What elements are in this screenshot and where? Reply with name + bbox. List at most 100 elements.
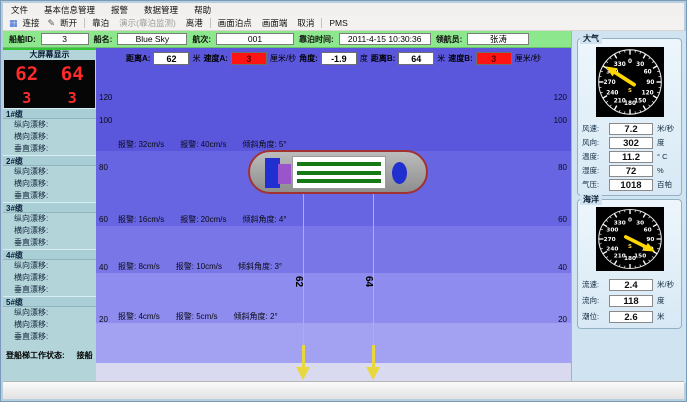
pilot-label: 领航员: (436, 34, 463, 45)
cargo-stripe (297, 171, 381, 175)
toolbar-connect[interactable]: 连接 (18, 17, 45, 29)
ship-id-field[interactable] (41, 33, 89, 45)
wind-speed-row: 风速: 7.2 米/秒 (582, 122, 681, 135)
humidity-unit: % (657, 166, 664, 175)
berth-time-label: 靠泊时间: (299, 34, 334, 45)
mooring-group-header: 2#缆 (3, 155, 96, 166)
svg-text:330: 330 (613, 220, 625, 226)
distance-b-unit: 米 (437, 53, 445, 64)
mooring-group-2: 2#缆 纵向漂移: 横向漂移: 垂直漂移: (3, 155, 96, 202)
pressure-unit: 百帕 (657, 179, 672, 190)
led-speed-a: 3 (22, 89, 31, 107)
svg-text:30: 30 (636, 220, 644, 226)
alarm-speed-a: 报警: 4cm/s (118, 311, 160, 322)
menu-item-data-mgmt[interactable]: 数据管理 (136, 4, 186, 16)
toolbar-disconnect[interactable]: 断开 (55, 17, 82, 29)
current-direction-row: 流向: 118 度 (582, 293, 681, 308)
angle-value: -1.9 (321, 52, 357, 65)
distance-b-label: 距离B: (371, 53, 395, 64)
y-axis-tick-right: 80 (547, 163, 567, 172)
svg-text:60: 60 (643, 227, 651, 233)
svg-text:330: 330 (613, 62, 625, 68)
alarm-speed-b: 报警: 5cm/s (176, 311, 218, 322)
toolbar-depart[interactable]: 离港 (181, 17, 208, 29)
pressure-label: 气压: (582, 179, 609, 190)
drift-row-longitudinal: 纵向漂移: (3, 166, 96, 178)
y-axis-tick-left: 100 (99, 116, 119, 125)
humidity-label: 湿度: (582, 165, 609, 176)
gangway-status-value: 接船 (77, 350, 93, 361)
alarm-speed-a: 报警: 8cm/s (118, 261, 160, 272)
current-speed-unit: 米/秒 (657, 279, 674, 290)
ship-cargo-hold (292, 156, 386, 189)
gangway-status-label: 登船梯工作状态: (6, 350, 65, 361)
gangway-status: 登船梯工作状态: 接船 (3, 350, 96, 361)
mooring-group-header: 1#缆 (3, 108, 96, 119)
menu-item-basic-info[interactable]: 基本信息管理 (36, 4, 103, 16)
chart-band (96, 323, 571, 363)
cargo-stripe (297, 179, 381, 183)
current-speed-label: 流速: (582, 279, 609, 290)
toolbar-screen-side[interactable]: 画面端 (257, 17, 293, 29)
svg-text:240: 240 (606, 247, 618, 253)
menu-item-file[interactable]: 文件 (3, 4, 36, 16)
temperature-unit: ° C (657, 152, 668, 161)
pilot-field[interactable] (467, 33, 529, 45)
alarm-tilt: 倾斜角度: 3° (238, 261, 282, 272)
wind-speed-label: 风速: (582, 123, 609, 134)
drift-row-longitudinal: 纵向漂移: (3, 307, 96, 319)
current-speed-row: 流速: 2.4 米/秒 (582, 277, 681, 292)
measure-arrow-b (372, 345, 375, 367)
y-axis-tick-right: 120 (547, 93, 567, 102)
tide-level-label: 潮位: (582, 311, 609, 322)
menu-item-alarm[interactable]: 报警 (103, 4, 136, 16)
temperature-row: 温度: 11.2 ° C (582, 150, 681, 163)
drift-row-lateral: 横向漂移: (3, 225, 96, 237)
measure-arrowhead-b (366, 367, 380, 380)
ship-graphic (248, 150, 428, 194)
distance-a-unit: 米 (192, 53, 200, 64)
temperature-label: 温度: (582, 151, 609, 162)
toolbar-berth[interactable]: 靠泊 (87, 17, 114, 29)
ship-name-field[interactable] (117, 33, 187, 45)
berth-time-field[interactable] (339, 33, 431, 45)
toolbar-screen-berth-point[interactable]: 画面泊点 (213, 17, 257, 29)
ship-name-label: 船名: (94, 34, 113, 45)
alarm-line-4: 报警: 4cm/s 报警: 5cm/s 倾斜角度: 2° (118, 311, 278, 322)
app-window: 文件 基本信息管理 报警 数据管理 帮助 ▦ 连接 ✎ 断开 靠泊 演示(靠泊监… (0, 0, 687, 402)
y-axis-tick-left: 120 (99, 93, 119, 102)
cargo-stripe (297, 162, 381, 166)
drift-row-longitudinal: 纵向漂移: (3, 213, 96, 225)
svg-text:210: 210 (613, 254, 625, 260)
menu-item-help[interactable]: 帮助 (186, 4, 219, 16)
wind-direction-unit: 度 (657, 137, 665, 148)
drift-row-lateral: 横向漂移: (3, 272, 96, 284)
voyage-label: 航次: (192, 34, 211, 45)
current-speed-value: 2.4 (609, 279, 653, 291)
alarm-speed-a: 报警: 16cm/s (118, 214, 164, 225)
status-bar (3, 381, 684, 399)
alarm-line-1: 报警: 32cm/s 报警: 40cm/s 倾斜角度: 5° (118, 139, 287, 150)
alarm-tilt: 倾斜角度: 4° (242, 214, 286, 225)
svg-text:0: 0 (627, 218, 631, 224)
mooring-group-3: 3#缆 纵向漂移: 横向漂移: 垂直漂移: (3, 202, 96, 249)
svg-text:90: 90 (646, 80, 654, 86)
svg-text:60: 60 (643, 70, 651, 76)
toolbar-demo-monitor[interactable]: 演示(靠泊监测) (114, 17, 181, 29)
voyage-field[interactable] (216, 33, 294, 45)
svg-text:270: 270 (603, 237, 615, 243)
speed-b-value-alarm: 3 (476, 52, 512, 65)
toolbar-pms[interactable]: PMS (324, 18, 352, 28)
mooring-group-1: 1#缆 纵向漂移: 横向漂移: 垂直漂移: (3, 108, 96, 155)
svg-text:270: 270 (603, 80, 615, 86)
toolbar-separator (210, 18, 211, 28)
alarm-speed-b: 报警: 40cm/s (180, 139, 226, 150)
y-axis-tick-left: 80 (99, 163, 119, 172)
alarm-tilt: 倾斜角度: 5° (242, 139, 286, 150)
measure-arrowhead-a (296, 367, 310, 380)
toolbar-cancel[interactable]: 取消 (292, 17, 319, 29)
measure-arrow-a (302, 345, 305, 367)
distance-a-value: 62 (153, 52, 189, 65)
pressure-row: 气压: 1018 百帕 (582, 178, 681, 191)
svg-text:S: S (628, 88, 632, 94)
